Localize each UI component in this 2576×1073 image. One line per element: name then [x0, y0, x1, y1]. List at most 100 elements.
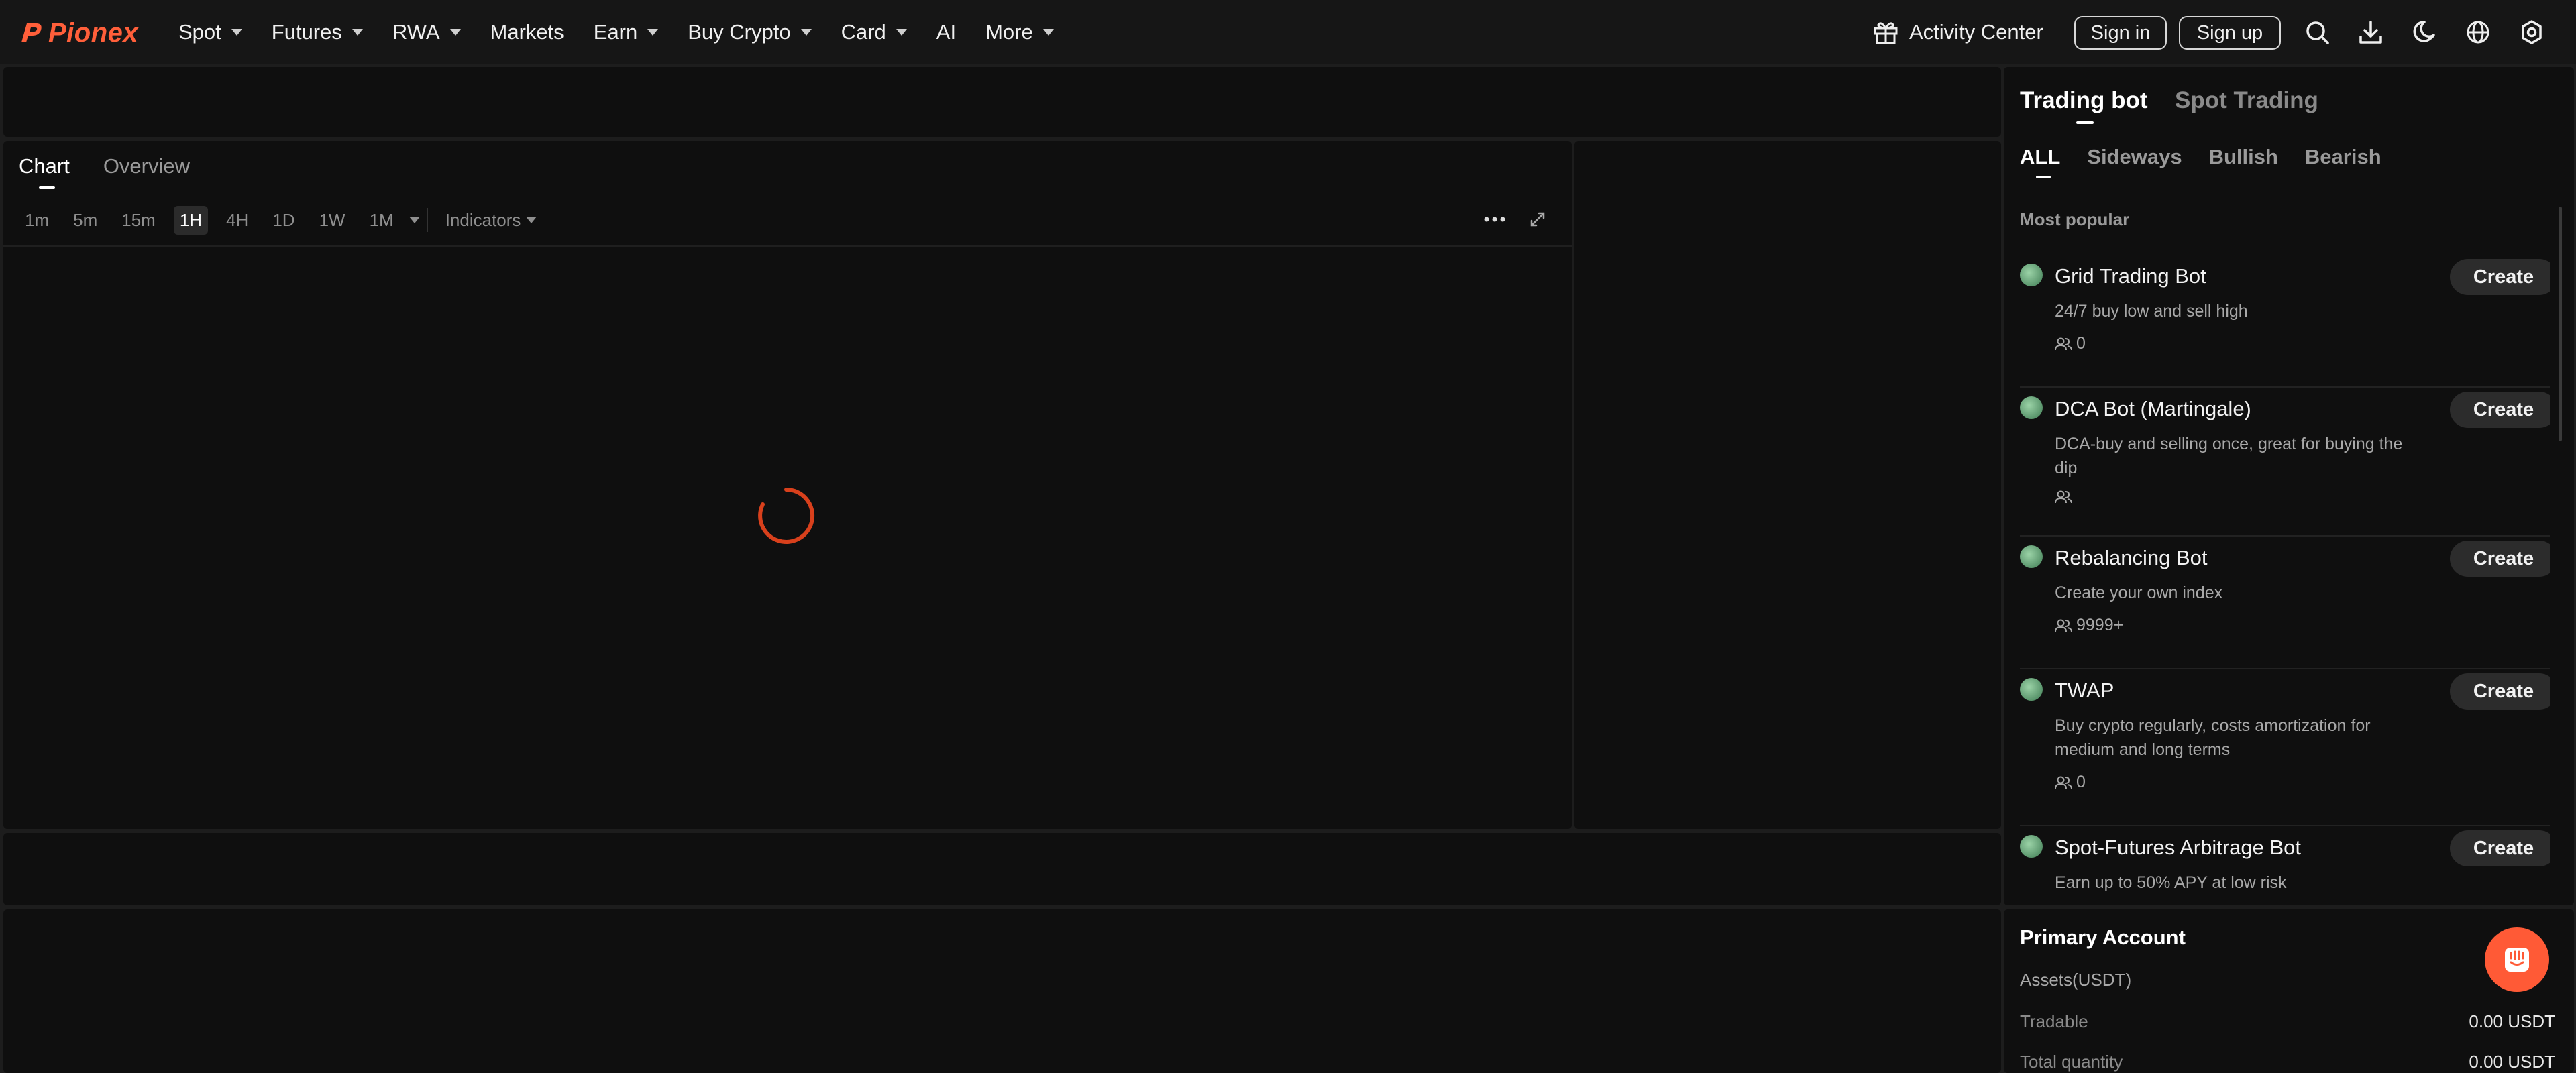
filter-all[interactable]: ALL — [2020, 145, 2060, 178]
chart-toolbar-divider — [3, 245, 1572, 247]
nav-item-buy-crypto[interactable]: Buy Crypto — [688, 0, 812, 64]
indicators-button[interactable]: Indicators — [445, 210, 537, 231]
create-bot-button[interactable]: Create — [2450, 830, 2550, 866]
filter-bearish[interactable]: Bearish — [2305, 145, 2381, 169]
interval-4h[interactable]: 4H — [220, 206, 254, 235]
sign-in-button[interactable]: Sign in — [2074, 16, 2167, 50]
nav-item-card[interactable]: Card — [841, 0, 907, 64]
indicators-label: Indicators — [445, 209, 521, 230]
create-bot-button[interactable]: Create — [2450, 392, 2550, 428]
bot-item-dca[interactable]: DCA Bot (Martingale) DCA-buy and selling… — [2020, 388, 2550, 536]
main-nav: Spot Futures RWA Markets Earn Buy Crypto… — [178, 0, 1054, 64]
interval-1mo[interactable]: 1M — [364, 206, 400, 235]
bot-users-count: 9999+ — [2076, 616, 2124, 634]
bot-item-rebalancing[interactable]: Rebalancing Bot Create your own index 99… — [2020, 536, 2550, 669]
ticker-header-panel — [3, 67, 2001, 137]
nav-label: Futures — [271, 20, 342, 44]
bot-item-grid-trading[interactable]: Grid Trading Bot 24/7 buy low and sell h… — [2020, 255, 2550, 388]
interval-15m[interactable]: 15m — [115, 206, 162, 235]
pionex-logo-icon — [21, 23, 42, 42]
download-icon[interactable] — [2355, 16, 2387, 48]
nav-label: Card — [841, 20, 886, 44]
bot-users: 0 — [2055, 773, 2086, 792]
more-horizontal-icon[interactable] — [1481, 211, 1508, 227]
bot-description: Buy crypto regularly, costs amortization… — [2055, 716, 2371, 759]
filter-bullish[interactable]: Bullish — [2209, 145, 2278, 169]
interval-1m[interactable]: 1m — [19, 206, 55, 235]
activity-center-label: Activity Center — [1909, 20, 2043, 44]
top-nav: Pionex Spot Futures RWA Markets Earn Buy… — [0, 0, 2576, 64]
bot-description: Earn up to 50% APY at low risk — [2055, 873, 2287, 892]
chevron-down-icon — [352, 29, 363, 36]
support-chat-button[interactable] — [2485, 927, 2549, 992]
bot-users — [2055, 490, 2076, 504]
interval-more-caret-icon[interactable] — [409, 217, 420, 223]
activity-center-link[interactable]: Activity Center — [1872, 15, 2043, 50]
bot-description: 24/7 buy low and sell high — [2055, 302, 2248, 321]
row-label: Total quantity — [2020, 1052, 2123, 1072]
loading-spinner-icon — [758, 488, 815, 544]
nav-item-rwa[interactable]: RWA — [392, 0, 461, 64]
nav-item-futures[interactable]: Futures — [272, 0, 363, 64]
chevron-down-icon — [896, 29, 907, 36]
bot-list-scrollbar[interactable] — [2559, 207, 2562, 441]
chat-icon — [2505, 948, 2529, 972]
active-tab-indicator — [2076, 121, 2094, 124]
settings-icon[interactable] — [2516, 16, 2548, 48]
create-bot-button[interactable]: Create — [2450, 541, 2550, 577]
tab-spot-trading[interactable]: Spot Trading — [2175, 87, 2318, 114]
nav-item-spot[interactable]: Spot — [178, 0, 242, 64]
chevron-down-icon — [526, 217, 537, 223]
interval-5m[interactable]: 5m — [67, 206, 103, 235]
users-icon — [2055, 776, 2072, 789]
order-form-header-panel — [3, 833, 2001, 905]
search-icon[interactable] — [2301, 16, 2333, 48]
nav-item-markets[interactable]: Markets — [490, 0, 564, 64]
brand-name: Pionex — [48, 17, 139, 48]
nav-item-more[interactable]: More — [985, 0, 1054, 64]
chart-tabs: Chart Overview — [19, 154, 190, 189]
tab-trading-bot[interactable]: Trading bot — [2020, 87, 2148, 114]
chevron-down-icon — [231, 29, 242, 36]
filter-sideways[interactable]: Sideways — [2087, 145, 2182, 169]
tab-overview[interactable]: Overview — [103, 154, 190, 178]
sign-up-button[interactable]: Sign up — [2179, 16, 2281, 50]
bot-users-count: 0 — [2076, 334, 2086, 353]
tab-chart[interactable]: Chart — [19, 154, 70, 189]
bot-filter-tabs: ALL Sideways Bullish Bearish — [2020, 145, 2408, 178]
create-bot-button[interactable]: Create — [2450, 673, 2550, 710]
interval-1h[interactable]: 1H — [173, 205, 209, 235]
bot-title: Spot-Futures Arbitrage Bot — [2055, 836, 2302, 859]
interval-divider — [426, 208, 428, 232]
bot-users: 9999+ — [2055, 616, 2123, 635]
order-book-panel — [1574, 141, 2001, 829]
nav-item-ai[interactable]: AI — [936, 0, 956, 64]
interval-selector: 1m 5m 15m 1H 4H 1D 1W 1M Indicators — [19, 205, 537, 235]
chevron-down-icon — [800, 29, 812, 36]
bot-item-spot-futures-arbitrage[interactable]: Spot-Futures Arbitrage Bot Earn up to 50… — [2020, 826, 2550, 892]
bot-list: Grid Trading Bot 24/7 buy low and sell h… — [2020, 255, 2550, 892]
bot-users-count: 0 — [2076, 773, 2086, 791]
nav-label: More — [985, 20, 1033, 44]
gift-icon — [1874, 22, 1898, 44]
create-bot-button[interactable]: Create — [2450, 259, 2550, 295]
pionex-logo[interactable]: Pionex — [17, 17, 138, 48]
row-label: Tradable — [2020, 1011, 2088, 1031]
users-icon — [2055, 490, 2072, 504]
interval-1d[interactable]: 1D — [266, 206, 301, 235]
users-icon — [2055, 337, 2072, 350]
interval-1w[interactable]: 1W — [313, 206, 352, 235]
most-popular-heading: Most popular — [2020, 209, 2130, 229]
moon-icon[interactable] — [2408, 16, 2440, 48]
bot-title: TWAP — [2055, 679, 2114, 702]
globe-icon[interactable] — [2462, 16, 2494, 48]
bot-item-twap[interactable]: TWAP Buy crypto regularly, costs amortiz… — [2020, 669, 2550, 826]
fullscreen-icon[interactable] — [1529, 211, 1546, 228]
nav-item-earn[interactable]: Earn — [594, 0, 659, 64]
bot-image — [2020, 545, 2043, 568]
account-title: Primary Account — [2020, 925, 2186, 949]
chart-panel — [3, 141, 1572, 829]
nav-label: Buy Crypto — [688, 20, 791, 44]
account-assets-label: Assets(USDT) — [2020, 970, 2132, 990]
account-row-tradable: Tradable 0.00 USDT — [2020, 1011, 2555, 1032]
